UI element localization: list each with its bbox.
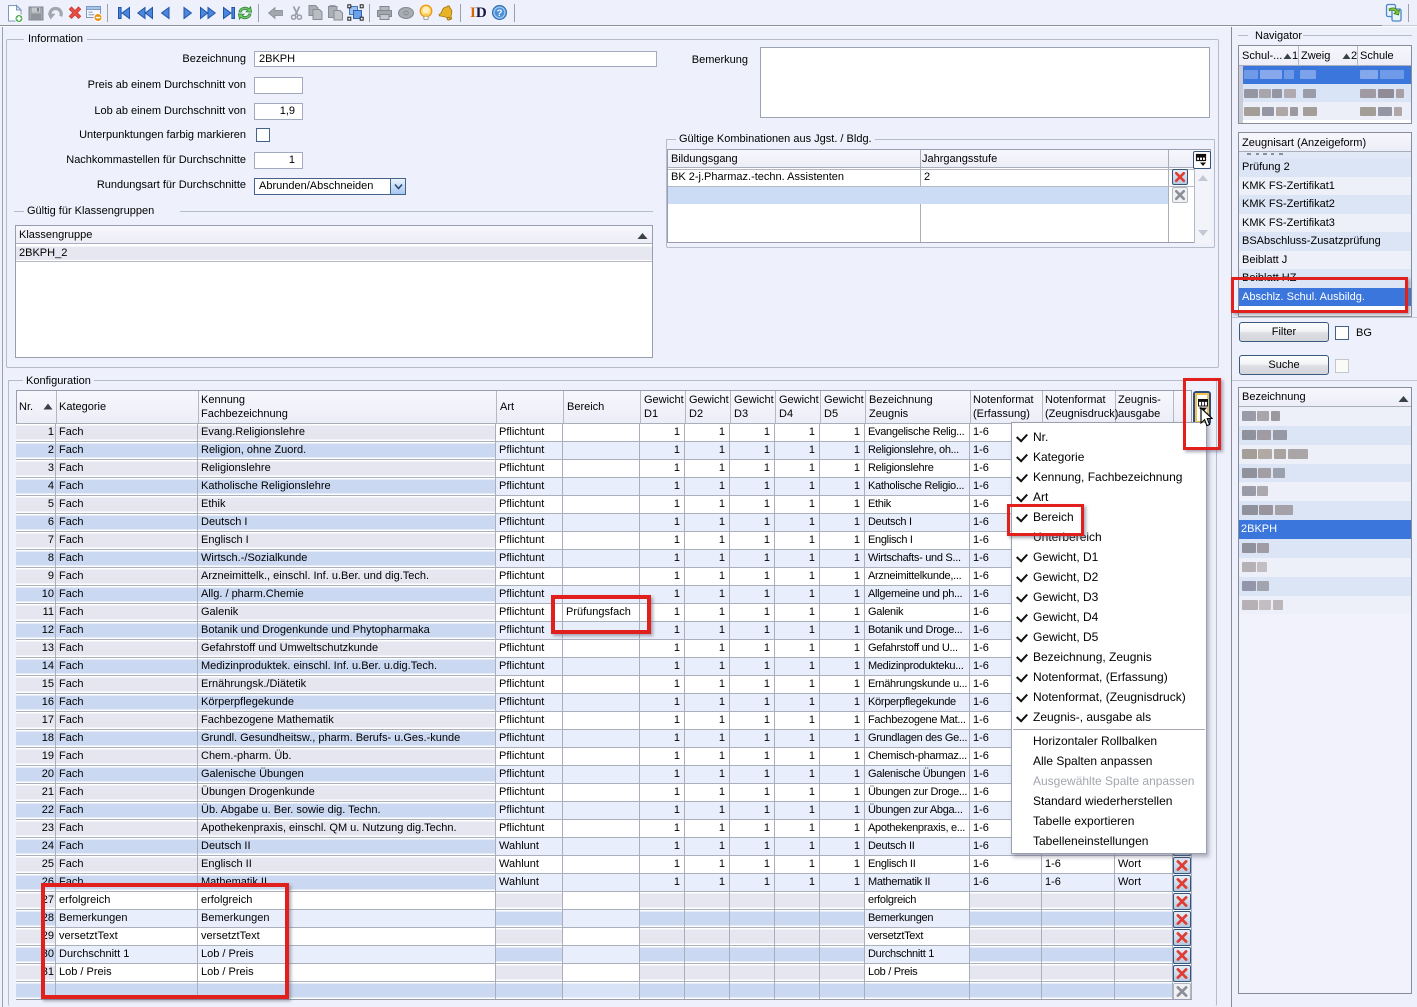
svg-text:?: ? xyxy=(497,8,503,19)
